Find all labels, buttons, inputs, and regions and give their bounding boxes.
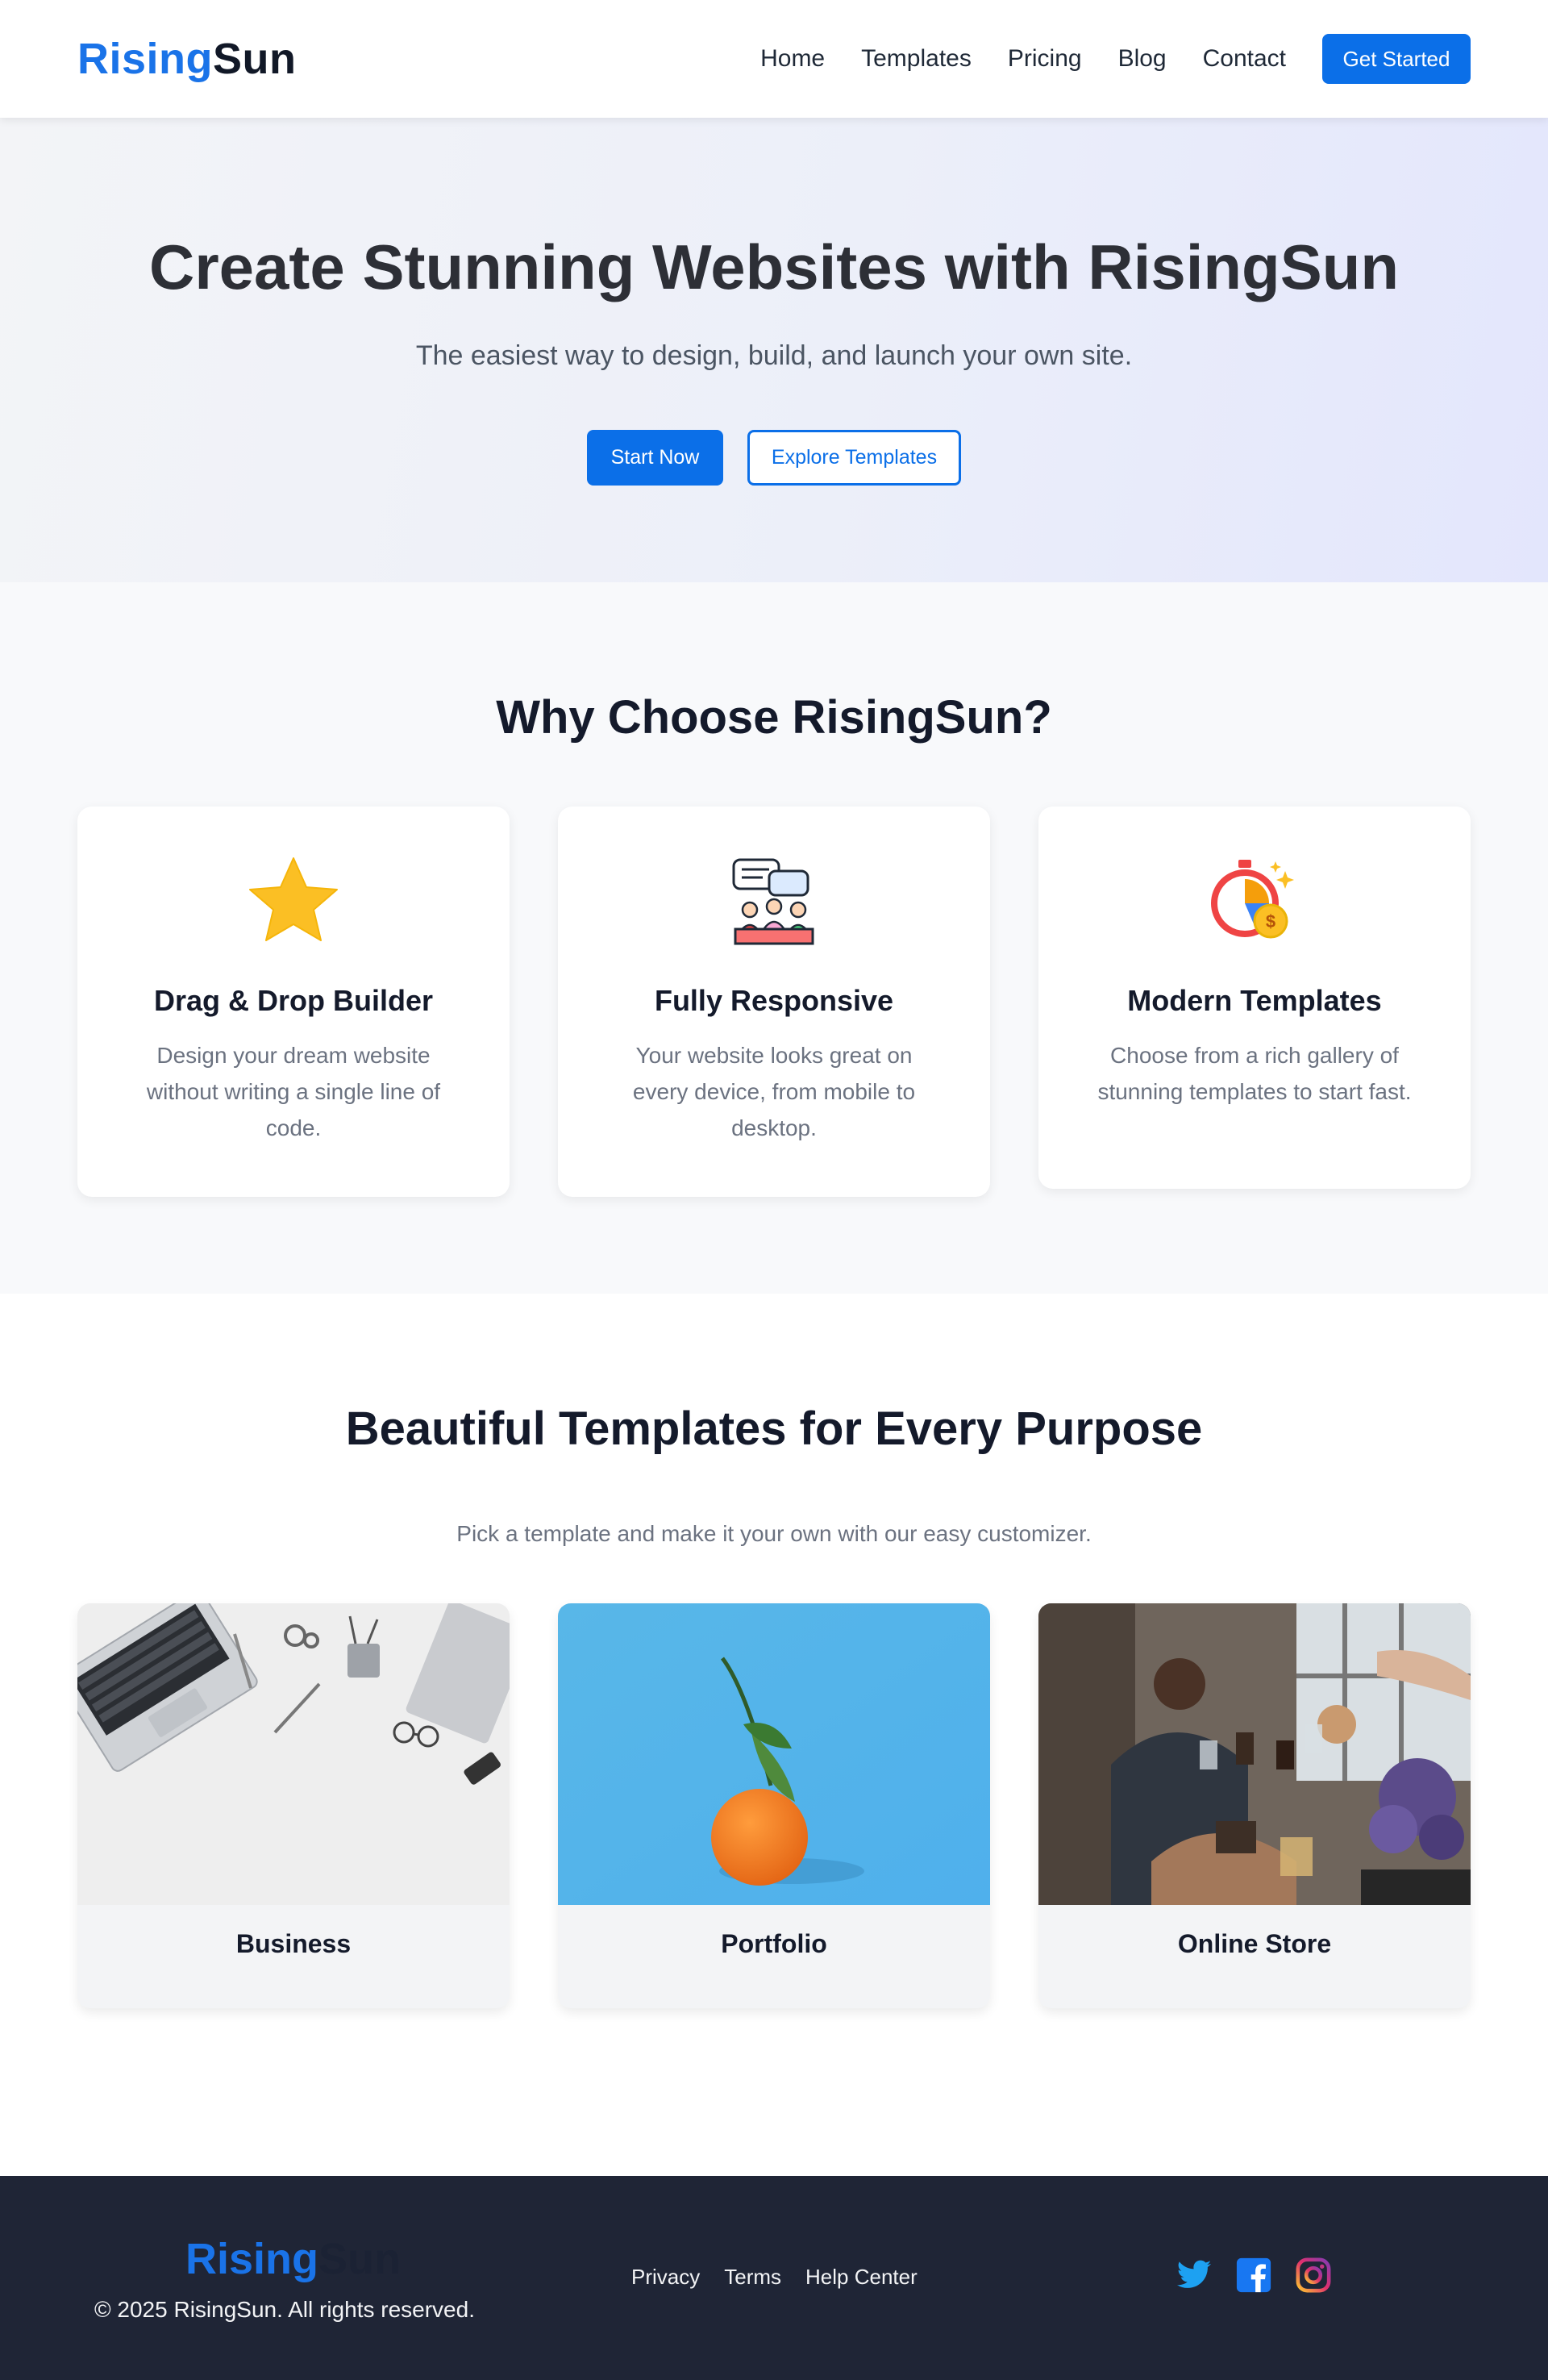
footer-logo-part2: Sun <box>318 2235 402 2283</box>
features-section: Why Choose RisingSun? Drag & Drop Builde… <box>0 582 1548 1294</box>
features-title: Why Choose RisingSun? <box>496 691 1052 744</box>
feature-title: Fully Responsive <box>654 984 894 1017</box>
nav-link-contact[interactable]: Contact <box>1203 45 1286 73</box>
feature-description: Choose from a rich gallery of stunning t… <box>1097 1043 1412 1104</box>
nav-links: Home Templates Pricing Blog Contact Get … <box>760 34 1471 84</box>
template-card-online-store[interactable]: Online Store <box>1038 1603 1471 2008</box>
footer-link-terms[interactable]: Terms <box>724 2265 781 2290</box>
feature-card-drag-drop: Drag & Drop Builder Design your dream we… <box>77 807 510 1197</box>
footer: RisingSun © 2025 RisingSun. All rights r… <box>0 2176 1548 2380</box>
feature-title: Drag & Drop Builder <box>153 984 434 1017</box>
svg-text:$: $ <box>1266 911 1275 932</box>
copyright-text: © 2025 RisingSun. All rights reserved. <box>94 2297 475 2322</box>
feature-card-responsive: Fully Responsive Your website looks grea… <box>558 807 990 1197</box>
template-label: Portfolio <box>721 1929 827 1958</box>
star-icon <box>245 853 342 950</box>
instagram-icon[interactable] <box>1295 2257 1332 2294</box>
nav-link-home[interactable]: Home <box>760 45 825 73</box>
hero-subtitle: The easiest way to design, build, and la… <box>415 340 1133 371</box>
facebook-icon[interactable] <box>1235 2257 1272 2294</box>
nav-link-pricing[interactable]: Pricing <box>1008 45 1082 73</box>
brand-logo[interactable]: RisingSun <box>77 34 297 84</box>
feature-description: Design your dream website without writin… <box>146 1043 441 1140</box>
get-started-button[interactable]: Get Started <box>1322 34 1471 84</box>
template-label: Online Store <box>1177 1929 1332 1958</box>
footer-link-privacy[interactable]: Privacy <box>631 2265 700 2290</box>
feature-card-templates: $ Modern Templates Choose from a rich ga… <box>1038 807 1471 1189</box>
hero-title: Create Stunning Websites with RisingSun <box>148 231 1400 302</box>
friends-toasting-photo <box>1038 1603 1471 1905</box>
hero-section: Create Stunning Websites with RisingSun … <box>0 118 1548 582</box>
explore-templates-button[interactable]: Explore Templates <box>747 430 961 486</box>
template-card-business[interactable]: Business <box>77 1603 510 2008</box>
template-card-portfolio[interactable]: Portfolio <box>558 1603 990 2008</box>
stopwatch-coin-icon: $ <box>1206 853 1303 950</box>
templates-section: Beautiful Templates for Every Purpose Pi… <box>0 1294 1548 2176</box>
brand-logo-part2: Sun <box>213 35 297 83</box>
top-navbar: RisingSun Home Templates Pricing Blog Co… <box>0 0 1548 118</box>
footer-logo[interactable]: RisingSun <box>185 2234 401 2284</box>
brand-logo-part1: Rising <box>77 35 214 83</box>
footer-links: Privacy Terms Help Center <box>631 2265 942 2290</box>
template-label: Business <box>235 1929 352 1958</box>
templates-subtitle: Pick a template and make it your own wit… <box>456 1521 1092 1546</box>
feature-description: Your website looks great on every device… <box>632 1043 916 1140</box>
social-links <box>1176 2257 1354 2294</box>
twitter-icon[interactable] <box>1176 2257 1213 2294</box>
templates-title: Beautiful Templates for Every Purpose <box>345 1403 1203 1455</box>
workspace-desk-photo <box>77 1603 510 1905</box>
footer-link-help-center[interactable]: Help Center <box>805 2265 918 2290</box>
feature-title: Modern Templates <box>1127 984 1382 1017</box>
chat-meeting-icon <box>726 853 822 950</box>
start-now-button[interactable]: Start Now <box>587 430 723 486</box>
footer-logo-part1: Rising <box>185 2235 319 2283</box>
orange-on-blue-photo <box>558 1603 990 1905</box>
nav-link-blog[interactable]: Blog <box>1118 45 1167 73</box>
nav-link-templates[interactable]: Templates <box>861 45 972 73</box>
